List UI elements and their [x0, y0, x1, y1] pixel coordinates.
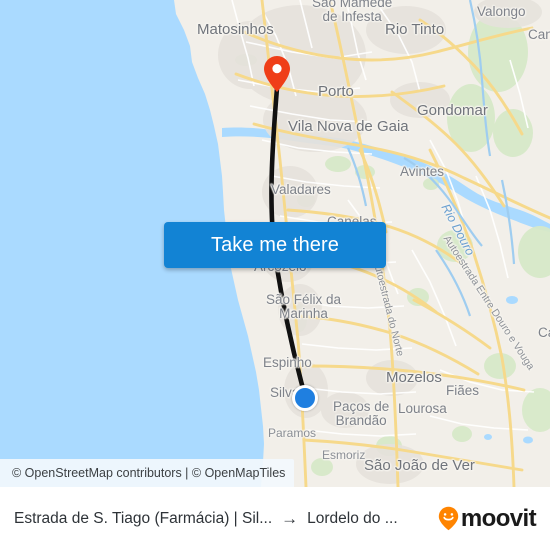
moovit-trip-preview: São Mamede de Infesta Rio Tinto Valongo … [0, 0, 550, 550]
arrow-right-icon: → [281, 509, 299, 528]
map-canvas[interactable]: São Mamede de Infesta Rio Tinto Valongo … [0, 0, 550, 487]
moovit-pin-icon [438, 506, 459, 531]
trip-bottom-bar: Estrada de S. Tiago (Farmácia) | Sil... … [0, 487, 550, 550]
route-origin-label: Estrada de S. Tiago (Farmácia) | Sil... [14, 509, 273, 527]
origin-pin-marker[interactable] [263, 55, 291, 93]
moovit-wordmark: moovit [460, 504, 537, 532]
route-summary: Estrada de S. Tiago (Farmácia) | Sil... … [14, 510, 430, 528]
map-attribution[interactable]: © OpenStreetMap contributors | © OpenMap… [0, 459, 295, 487]
moovit-logo[interactable]: moovit [438, 504, 537, 532]
destination-dot-marker[interactable] [292, 385, 318, 411]
take-me-there-button[interactable]: Take me there [164, 222, 386, 268]
route-destination-label: Lordelo do ... [307, 509, 398, 527]
